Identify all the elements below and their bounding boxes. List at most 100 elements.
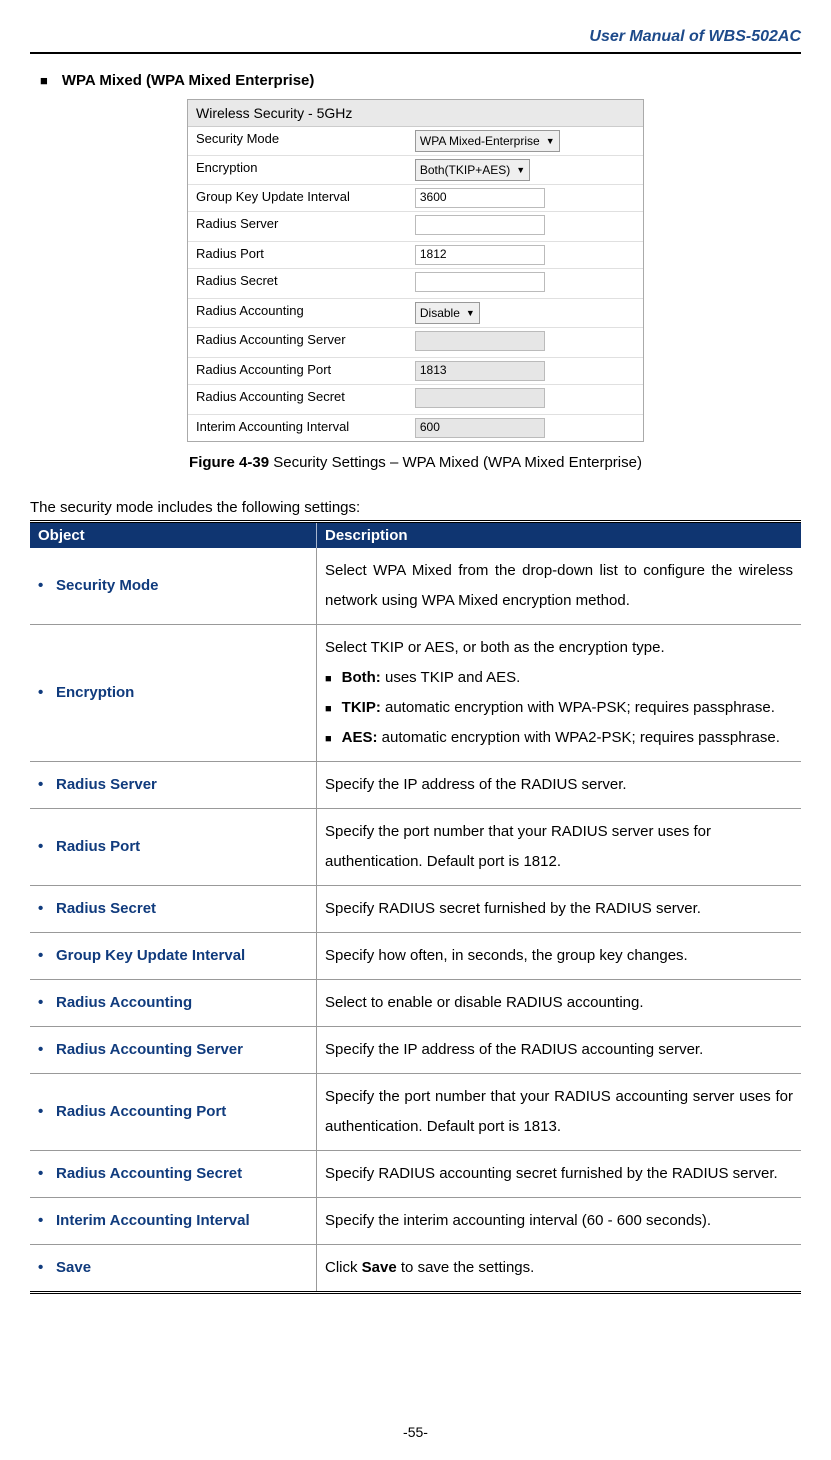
select-control[interactable]: Disable▼ <box>415 302 480 324</box>
square-icon: ■ <box>325 673 332 685</box>
figure-row: Radius AccountingDisable▼ <box>188 299 643 328</box>
bullet-icon: • <box>38 832 56 862</box>
object-cell: •Radius Port <box>30 809 317 886</box>
description-cell: Specify RADIUS secret furnished by the R… <box>317 886 802 933</box>
description-cell: Specify how often, in seconds, the group… <box>317 933 802 980</box>
figure-caption: Figure 4-39 Security Settings – WPA Mixe… <box>30 454 801 471</box>
table-row: •Radius Accounting PortSpecify the port … <box>30 1074 801 1151</box>
square-icon: ■ <box>325 703 332 715</box>
figure-row: Radius Secret <box>188 269 643 299</box>
square-icon: ■ <box>325 733 332 745</box>
figure-row-label: Group Key Update Interval <box>188 185 411 211</box>
bullet-icon: • <box>38 571 56 601</box>
figure-row: Group Key Update Interval3600 <box>188 185 643 212</box>
description-cell: Specify the port number that your RADIUS… <box>317 809 802 886</box>
description-cell: Specify the port number that your RADIUS… <box>317 1074 802 1151</box>
select-control[interactable]: WPA Mixed-Enterprise▼ <box>415 130 560 152</box>
description-cell: Specify the interim accounting interval … <box>317 1198 802 1245</box>
object-cell: •Radius Secret <box>30 886 317 933</box>
text-input: 1813 <box>415 361 545 381</box>
chevron-down-icon: ▼ <box>546 136 555 146</box>
figure-row-value: 600 <box>411 415 643 441</box>
text-input[interactable] <box>415 272 545 292</box>
figure-row-value: Disable▼ <box>411 299 643 327</box>
figure-row-value: 1812 <box>411 242 643 268</box>
text-input[interactable]: 1812 <box>415 245 545 265</box>
figure-row-label: Radius Accounting Port <box>188 358 411 384</box>
th-description: Description <box>317 522 802 549</box>
table-row: •Radius ServerSpecify the IP address of … <box>30 762 801 809</box>
figure-title: Wireless Security - 5GHz <box>188 100 643 127</box>
text-input: 600 <box>415 418 545 438</box>
settings-table: Object Description •Security ModeSelect … <box>30 520 801 1294</box>
description-cell: Click Save to save the settings. <box>317 1245 802 1293</box>
figure-row: Security ModeWPA Mixed-Enterprise▼ <box>188 127 643 156</box>
description-cell: Select WPA Mixed from the drop-down list… <box>317 548 802 625</box>
figure-row-label: Radius Accounting <box>188 299 411 327</box>
text-input <box>415 331 545 351</box>
description-cell: Specify RADIUS accounting secret furnish… <box>317 1151 802 1198</box>
figure-row: Radius Port1812 <box>188 242 643 269</box>
chevron-down-icon: ▼ <box>466 308 475 318</box>
figure-row-value <box>411 212 643 241</box>
bullet-icon: • <box>38 1097 56 1127</box>
page-number: -55- <box>30 1424 801 1440</box>
figure-row-value: 1813 <box>411 358 643 384</box>
table-row: •Group Key Update IntervalSpecify how of… <box>30 933 801 980</box>
figure-row-label: Radius Accounting Server <box>188 328 411 357</box>
figure-row-value <box>411 385 643 414</box>
figure-row-value: 3600 <box>411 185 643 211</box>
figure-row: Radius Accounting Port1813 <box>188 358 643 385</box>
table-row: •SaveClick Save to save the settings. <box>30 1245 801 1293</box>
description-cell: Select to enable or disable RADIUS accou… <box>317 980 802 1027</box>
bullet-icon: • <box>38 1035 56 1065</box>
description-cell: Specify the IP address of the RADIUS acc… <box>317 1027 802 1074</box>
table-row: •EncryptionSelect TKIP or AES, or both a… <box>30 625 801 762</box>
object-cell: •Radius Accounting <box>30 980 317 1027</box>
figure-row-label: Radius Accounting Secret <box>188 385 411 414</box>
figure-row-label: Radius Server <box>188 212 411 241</box>
figure-row: Interim Accounting Interval600 <box>188 415 643 441</box>
bullet-icon: • <box>38 1159 56 1189</box>
table-row: •Radius AccountingSelect to enable or di… <box>30 980 801 1027</box>
bullet-icon: • <box>38 941 56 971</box>
select-control[interactable]: Both(TKIP+AES)▼ <box>415 159 530 181</box>
description-cell: Select TKIP or AES, or both as the encry… <box>317 625 802 762</box>
object-cell: •Security Mode <box>30 548 317 625</box>
figure-row-label: Radius Port <box>188 242 411 268</box>
figure-row: Radius Accounting Secret <box>188 385 643 415</box>
bullet-icon: • <box>38 988 56 1018</box>
table-row: •Radius PortSpecify the port number that… <box>30 809 801 886</box>
table-row: •Radius Accounting ServerSpecify the IP … <box>30 1027 801 1074</box>
figure-row-value <box>411 269 643 298</box>
description-cell: Specify the IP address of the RADIUS ser… <box>317 762 802 809</box>
page-header: User Manual of WBS-502AC <box>30 28 801 54</box>
object-cell: •Radius Server <box>30 762 317 809</box>
object-cell: •Encryption <box>30 625 317 762</box>
figure-row-label: Encryption <box>188 156 411 184</box>
text-input[interactable]: 3600 <box>415 188 545 208</box>
th-object: Object <box>30 522 317 549</box>
figure-row: EncryptionBoth(TKIP+AES)▼ <box>188 156 643 185</box>
figure-row-label: Radius Secret <box>188 269 411 298</box>
object-cell: •Radius Accounting Port <box>30 1074 317 1151</box>
object-cell: •Group Key Update Interval <box>30 933 317 980</box>
figure-row-label: Security Mode <box>188 127 411 155</box>
text-input[interactable] <box>415 215 545 235</box>
intro-text: The security mode includes the following… <box>30 499 801 516</box>
figure-row: Radius Accounting Server <box>188 328 643 358</box>
table-row: •Radius Accounting SecretSpecify RADIUS … <box>30 1151 801 1198</box>
bullet-icon: • <box>38 1253 56 1283</box>
figure-caption-text: Security Settings – WPA Mixed (WPA Mixed… <box>269 454 642 471</box>
object-cell: •Save <box>30 1245 317 1293</box>
object-cell: •Radius Accounting Secret <box>30 1151 317 1198</box>
object-cell: •Interim Accounting Interval <box>30 1198 317 1245</box>
text-input <box>415 388 545 408</box>
figure-row-value: WPA Mixed-Enterprise▼ <box>411 127 643 155</box>
figure-screenshot: Wireless Security - 5GHz Security ModeWP… <box>187 99 644 442</box>
bullet-icon: • <box>38 678 56 708</box>
section-title: WPA Mixed (WPA Mixed Enterprise) <box>30 72 801 89</box>
table-row: •Interim Accounting IntervalSpecify the … <box>30 1198 801 1245</box>
bullet-icon: • <box>38 1206 56 1236</box>
object-cell: •Radius Accounting Server <box>30 1027 317 1074</box>
